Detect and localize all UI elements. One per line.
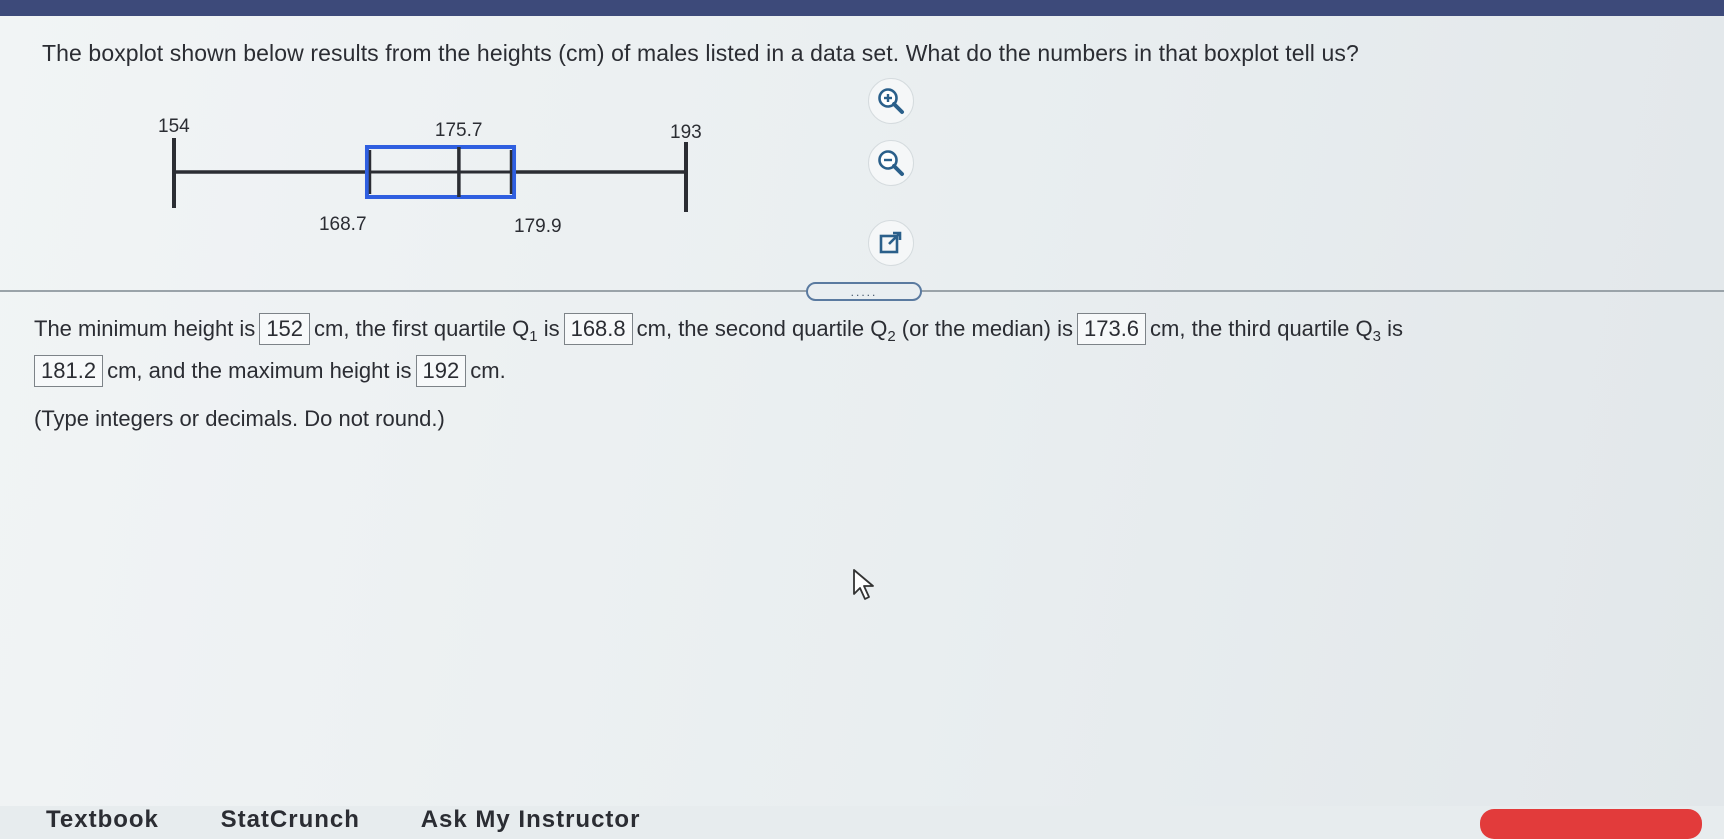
- q2-answer-box[interactable]: 173.6: [1076, 313, 1147, 345]
- zoom-out-button[interactable]: [868, 140, 914, 186]
- q1-answer-box[interactable]: 168.8: [563, 313, 633, 345]
- divider-handle[interactable]: .....: [806, 282, 922, 301]
- zoom-out-icon: [878, 150, 904, 176]
- tab-textbook[interactable]: Textbook: [46, 806, 159, 833]
- label-min: 154: [158, 116, 190, 137]
- answer-text: The minimum height is: [34, 316, 256, 341]
- label-q3: 179.9: [514, 216, 562, 237]
- subscript: 1: [529, 328, 538, 345]
- bottom-tabs: Textbook StatCrunch Ask My Instructor: [46, 806, 694, 834]
- answer-text: cm, the second quartile Q: [636, 316, 888, 341]
- zoom-in-icon: [878, 88, 904, 114]
- answer-text: is: [543, 316, 560, 341]
- subscript: 3: [1372, 328, 1381, 345]
- question-text: The boxplot shown below results from the…: [42, 40, 1359, 66]
- mouse-cursor-icon: [853, 569, 874, 600]
- question-page: The boxplot shown below results from the…: [0, 16, 1724, 839]
- zoom-in-button[interactable]: [868, 78, 914, 124]
- tab-ask-instructor[interactable]: Ask My Instructor: [421, 806, 641, 833]
- input-hint: (Type integers or decimals. Do not round…: [34, 406, 445, 431]
- boxplot: 154 175.7 193 168.7 179.9: [120, 96, 820, 256]
- answer-text: cm.: [470, 358, 506, 383]
- subscript: 2: [887, 328, 896, 345]
- label-q1: 168.7: [318, 214, 367, 235]
- min-answer-box[interactable]: 152: [259, 313, 311, 345]
- popout-button[interactable]: [868, 220, 914, 266]
- popout-icon: [879, 231, 902, 254]
- check-answer-button[interactable]: [1480, 809, 1702, 839]
- label-median: 175.7: [434, 120, 483, 141]
- label-max: 193: [670, 122, 702, 143]
- answer-text: (or the median) is: [901, 316, 1073, 341]
- answer-text: cm, and the maximum height is: [107, 358, 412, 383]
- max-answer-box[interactable]: 192: [415, 355, 467, 387]
- answer-text: cm, the third quartile Q: [1150, 316, 1373, 341]
- tab-statcrunch[interactable]: StatCrunch: [221, 806, 360, 833]
- q3-answer-box[interactable]: 181.2: [34, 355, 104, 387]
- answer-text: cm, the first quartile Q: [314, 316, 530, 341]
- top-bar: [0, 0, 1724, 16]
- answer-text: is: [1387, 316, 1403, 341]
- answer-statement: The minimum height is 152 cm, the first qu…: [34, 312, 1694, 388]
